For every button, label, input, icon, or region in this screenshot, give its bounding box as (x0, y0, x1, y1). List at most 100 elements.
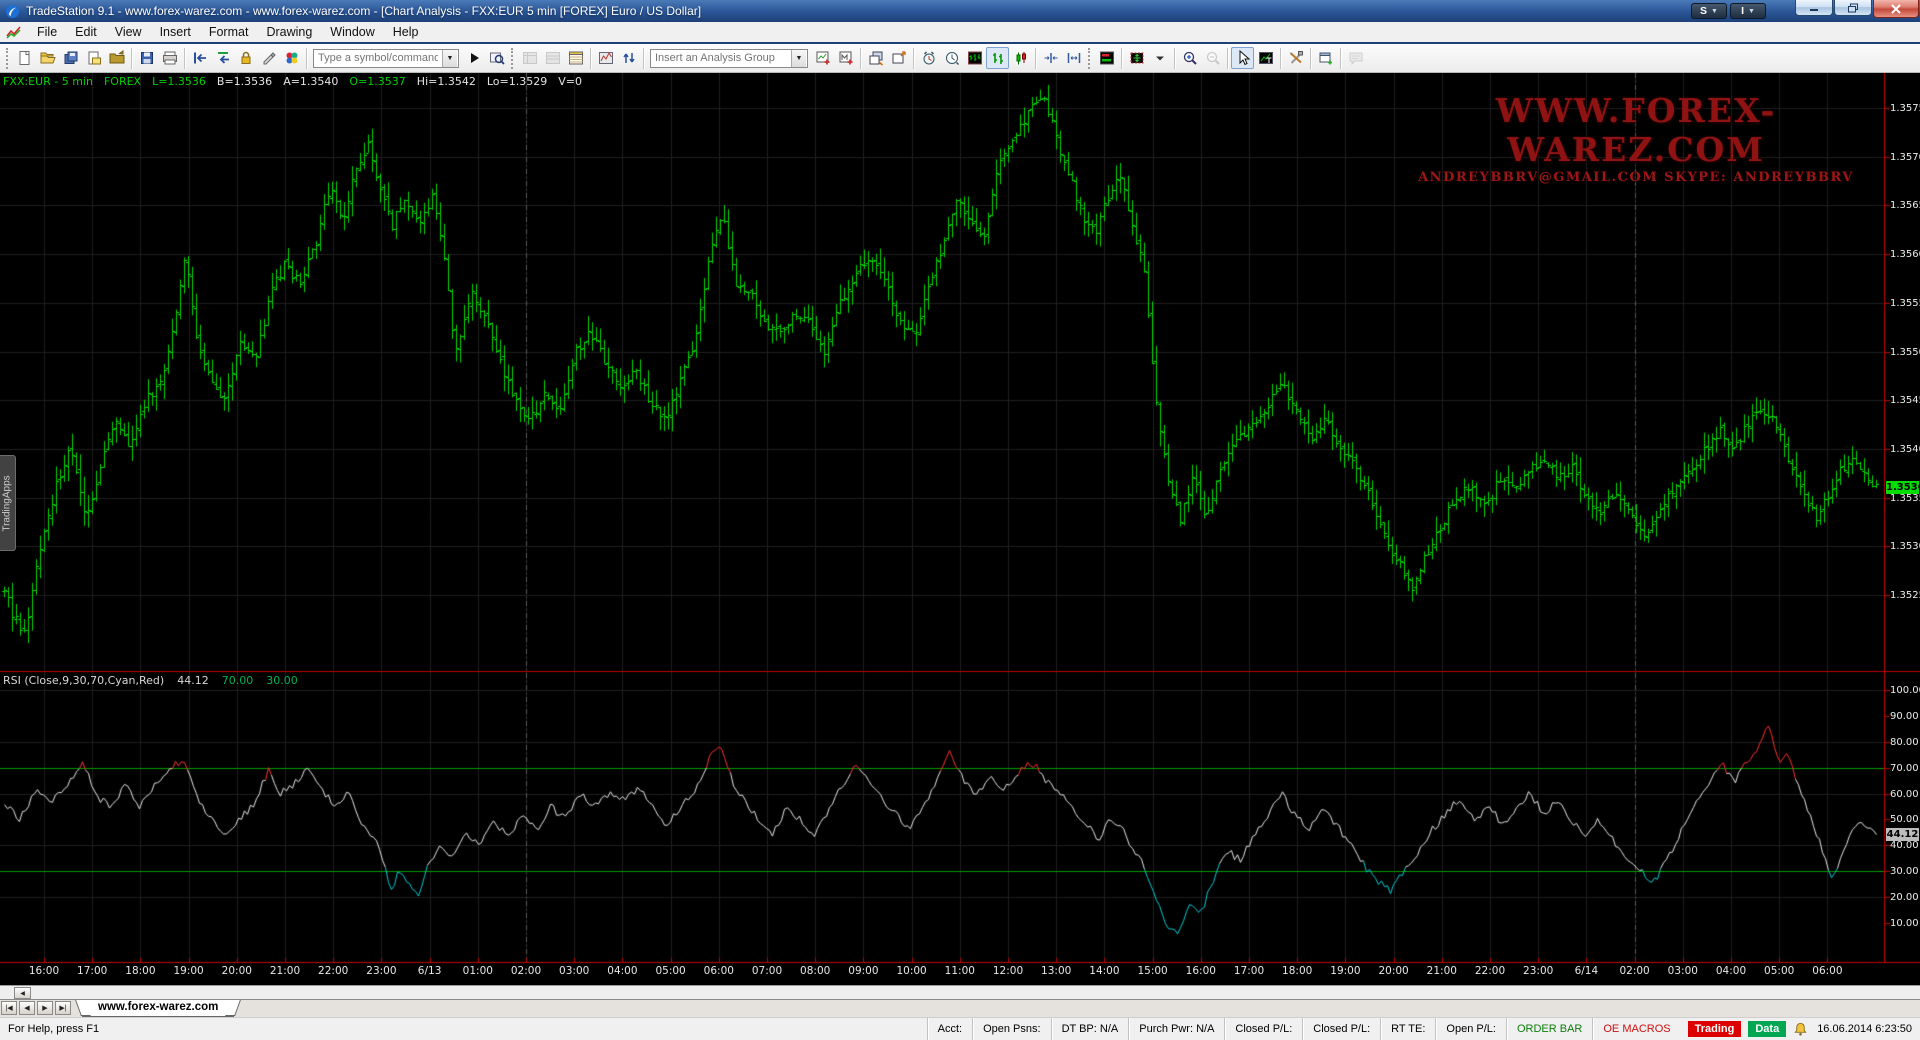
dropdown-caret-button[interactable] (1148, 47, 1171, 69)
scroll-left-button[interactable]: ◀ (14, 987, 31, 999)
title-bar[interactable]: TradeStation 9.1 - www.forex-warez.com -… (0, 0, 1920, 22)
run-icon (466, 50, 482, 66)
analysis-group-dropdown[interactable]: ▼ (791, 50, 806, 67)
analysis-group-combobox[interactable]: ▼ (650, 49, 808, 68)
candlestick-button[interactable] (1009, 47, 1032, 69)
toolbar-separator (1340, 48, 1341, 69)
trading-badge[interactable]: Trading (1688, 1021, 1742, 1037)
toolbar-grip[interactable] (1088, 48, 1090, 69)
restore-button[interactable] (1834, 0, 1872, 16)
menu-insert[interactable]: Insert (151, 23, 200, 41)
status-oe-macros[interactable]: OE MACROS (1592, 1018, 1680, 1040)
last-workspace-button[interactable]: ▶| (55, 1001, 71, 1015)
menu-format[interactable]: Format (200, 23, 258, 41)
insert-strategy-button[interactable] (834, 47, 857, 69)
symbol-command-input[interactable] (314, 50, 442, 67)
analysis-group-input[interactable] (651, 50, 791, 67)
menu-bar: FileEditViewInsertFormatDrawingWindowHel… (0, 22, 1920, 42)
symbol-lookup-button[interactable] (485, 47, 508, 69)
rsi-tick-label: 60.00 (1890, 789, 1919, 800)
radar-screen-button[interactable] (594, 47, 617, 69)
minimize-button[interactable] (1795, 0, 1833, 16)
print-icon (162, 50, 178, 66)
time-and-sales-button[interactable] (917, 47, 940, 69)
menu-window[interactable]: Window (321, 23, 383, 41)
sort-button[interactable] (617, 47, 640, 69)
toolbar-grip[interactable] (511, 48, 513, 69)
menu-file[interactable]: File (28, 23, 66, 41)
save-button[interactable] (135, 47, 158, 69)
save-workspace-as-button[interactable] (82, 47, 105, 69)
alert-bell-icon[interactable] (1793, 1022, 1808, 1037)
status-clock: 16.06.2014 6:23:50 (1817, 1023, 1912, 1035)
price-tick-label: 1.3540 (1890, 444, 1920, 455)
symbol-command-dropdown[interactable]: ▼ (442, 50, 457, 67)
ohlc-bars-button[interactable] (986, 47, 1009, 69)
quote-board-icon (522, 50, 538, 66)
price-chart-canvas[interactable] (0, 73, 1920, 985)
chart-style-button[interactable] (963, 47, 986, 69)
zoom-in-icon (1182, 50, 1198, 66)
new-document-button[interactable] (13, 47, 36, 69)
increase-spacing-button[interactable] (1062, 47, 1085, 69)
dropdown-caret-icon (1152, 50, 1168, 66)
add-to-chart-button[interactable] (1314, 47, 1337, 69)
insert-indicator-button[interactable] (811, 47, 834, 69)
decrease-spacing-button[interactable] (1039, 47, 1062, 69)
toolbar: ▼▼ (0, 44, 1920, 73)
chevron-down-icon: ▼ (1748, 8, 1755, 15)
symbol-command-combobox[interactable]: ▼ (313, 49, 459, 68)
add-to-chart-icon (1318, 50, 1334, 66)
rsi-header-field: RSI (Close,9,30,70,Cyan,Red) (3, 674, 164, 687)
back-button[interactable] (188, 47, 211, 69)
colors-button[interactable] (280, 47, 303, 69)
last-price-tag: 1.3536 (1886, 481, 1919, 494)
status-order-bar[interactable]: ORDER BAR (1506, 1018, 1592, 1040)
price-tick-label: 1.3525 (1890, 590, 1920, 601)
menu-view[interactable]: View (106, 23, 151, 41)
session-clock-button[interactable] (940, 47, 963, 69)
send-to-back-button[interactable] (864, 47, 887, 69)
format-painter-button[interactable] (257, 47, 280, 69)
auto-scale-button[interactable] (1125, 47, 1148, 69)
menu-help[interactable]: Help (384, 23, 428, 41)
first-workspace-button[interactable]: |◀ (1, 1001, 17, 1015)
matrix-button[interactable] (564, 47, 587, 69)
forward-button[interactable] (211, 47, 234, 69)
drawing-tools-button[interactable] (1284, 47, 1307, 69)
status-purch-pwr-n-a: Purch Pwr: N/A (1128, 1018, 1224, 1040)
status-i-button[interactable]: I▼ (1730, 3, 1766, 19)
data-badge[interactable]: Data (1748, 1021, 1786, 1037)
zoom-in-button[interactable] (1178, 47, 1201, 69)
lock-button[interactable] (234, 47, 257, 69)
pointer-button[interactable] (1231, 47, 1254, 69)
workspace-tab[interactable]: www.forex-warez.com (82, 1000, 234, 1017)
header-field: L=1.3536 (152, 75, 206, 88)
chart-text-button[interactable] (1254, 47, 1277, 69)
status-acct: Acct: (927, 1018, 972, 1040)
tradingapps-tab[interactable]: TradingApps (0, 455, 16, 551)
bring-to-front-button[interactable] (887, 47, 910, 69)
toolbar-grip[interactable] (6, 48, 8, 69)
save-workspace-as-icon (86, 50, 102, 66)
print-button[interactable] (158, 47, 181, 69)
minimize-icon (1808, 3, 1820, 12)
prev-workspace-button[interactable]: ◀ (19, 1001, 35, 1015)
time-tick-label: 10:00 (896, 965, 926, 977)
close-button[interactable] (1873, 0, 1919, 18)
close-workspace-button[interactable] (105, 47, 128, 69)
run-button[interactable] (462, 47, 485, 69)
menu-drawing[interactable]: Drawing (257, 23, 321, 41)
time-tick-label: 23:00 (366, 965, 396, 977)
toolbar-separator (1310, 48, 1311, 69)
status-open-p-l: Open P/L: (1435, 1018, 1506, 1040)
horizontal-scrollbar[interactable]: ◀ (0, 985, 1920, 999)
open-workspace-button[interactable] (36, 47, 59, 69)
save-all-button[interactable] (59, 47, 82, 69)
insert-strategy-icon (838, 50, 854, 66)
up-down-bars-button[interactable] (1095, 47, 1118, 69)
rsi-tick-label: 90.00 (1890, 711, 1919, 722)
status-s-button[interactable]: S▼ (1691, 3, 1727, 19)
menu-edit[interactable]: Edit (66, 23, 106, 41)
next-workspace-button[interactable]: ▶ (37, 1001, 53, 1015)
